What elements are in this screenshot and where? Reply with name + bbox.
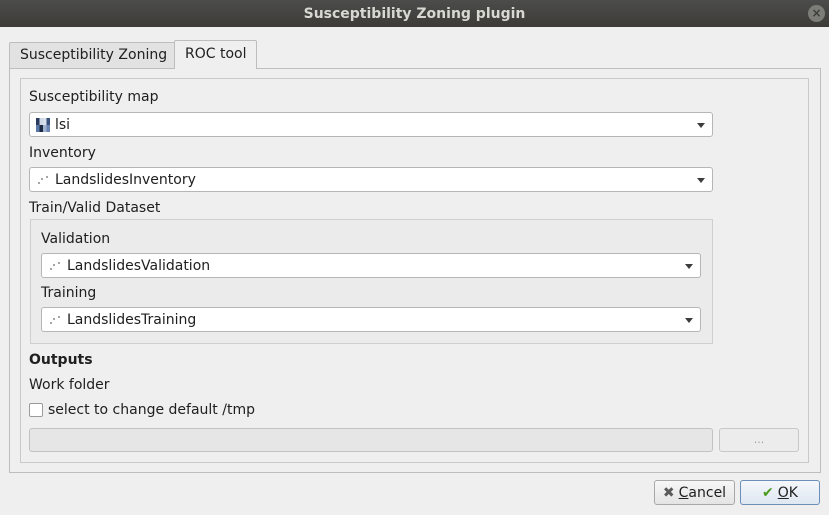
- susceptibility-map-value: lsi: [55, 116, 71, 133]
- cancel-button[interactable]: ✖ Cancel: [654, 480, 735, 505]
- chevron-down-icon: [685, 318, 693, 323]
- window-title: Susceptibility Zoning plugin: [303, 5, 526, 22]
- raster-layer-icon: [36, 117, 50, 132]
- validation-label: Validation: [41, 231, 111, 247]
- chevron-down-icon: [697, 123, 705, 128]
- close-window-icon[interactable]: ×: [808, 5, 825, 22]
- training-combo[interactable]: LandslidesTraining: [41, 307, 701, 332]
- point-layer-icon: [36, 173, 50, 187]
- chevron-down-icon: [685, 264, 693, 269]
- susceptibility-map-combo[interactable]: lsi: [29, 112, 713, 137]
- ok-button[interactable]: ✔ OK: [740, 480, 820, 505]
- work-folder-label: Work folder: [29, 377, 110, 393]
- inventory-combo[interactable]: LandslidesInventory: [29, 167, 713, 192]
- cancel-label-rest: ancel: [688, 484, 727, 501]
- work-folder-path-field[interactable]: [29, 428, 713, 452]
- tab-susceptibility-zoning[interactable]: Susceptibility Zoning: [9, 42, 179, 68]
- window-titlebar: Susceptibility Zoning plugin ×: [0, 0, 829, 27]
- outputs-heading: Outputs: [29, 352, 93, 368]
- ok-label-rest: K: [788, 484, 798, 501]
- point-layer-icon: [48, 313, 62, 327]
- training-value: LandslidesTraining: [67, 311, 197, 328]
- inventory-value: LandslidesInventory: [55, 171, 196, 188]
- validation-combo[interactable]: LandslidesValidation: [41, 253, 701, 278]
- tab-roc-tool[interactable]: ROC tool: [174, 40, 258, 69]
- training-label: Training: [41, 285, 97, 301]
- train-valid-dataset-label: Train/Valid Dataset: [29, 200, 161, 216]
- ok-mnemonic: O: [777, 484, 789, 501]
- cancel-mnemonic: C: [678, 484, 689, 501]
- change-default-checkbox[interactable]: [29, 403, 43, 417]
- cancel-icon: ✖: [662, 484, 675, 501]
- inventory-label: Inventory: [29, 145, 96, 161]
- point-layer-icon: [48, 259, 62, 273]
- browse-folder-button[interactable]: ...: [719, 428, 799, 452]
- validation-value: LandslidesValidation: [67, 257, 211, 274]
- change-default-checkbox-label[interactable]: select to change default /tmp: [48, 402, 255, 418]
- checkmark-icon: ✔: [762, 484, 774, 501]
- chevron-down-icon: [697, 178, 705, 183]
- susceptibility-map-label: Susceptibility map: [29, 89, 159, 105]
